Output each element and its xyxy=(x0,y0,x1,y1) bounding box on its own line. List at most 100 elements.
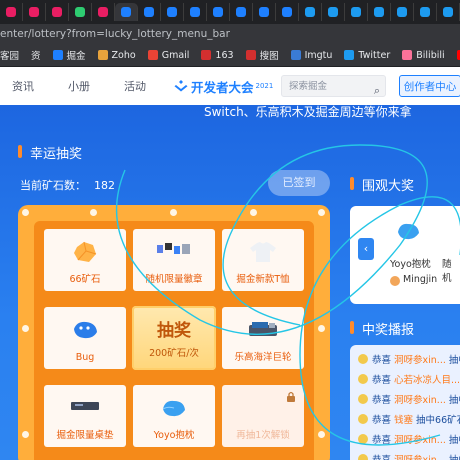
bookmark-item[interactable]: 搜图 xyxy=(245,48,279,62)
site-header: 资讯 小册 活动 开发者大会 2021 探索掘金 ⌕ 创作者中心 xyxy=(0,67,460,106)
browser-tab[interactable] xyxy=(368,3,391,21)
browser-tab[interactable] xyxy=(230,3,253,21)
tab-favicon-icon xyxy=(328,7,338,17)
browser-tab[interactable] xyxy=(23,3,46,21)
bookmark-item[interactable]: 资 xyxy=(31,48,41,62)
prize-text: 抽中 xyxy=(448,395,460,406)
bookmark-item[interactable]: 掘金 xyxy=(52,48,86,62)
tab-favicon-icon xyxy=(144,7,154,17)
tab-favicon-icon xyxy=(374,7,384,17)
carousel-prev-button[interactable]: ‹ xyxy=(358,238,374,260)
tab-favicon-icon xyxy=(29,7,39,17)
bookmark-icon xyxy=(456,50,460,60)
deskmat-icon xyxy=(71,402,99,410)
prize-cell-locked: 再抽1次解锁 xyxy=(222,385,304,447)
board-dot xyxy=(250,209,257,216)
prize-label: 乐高海洋巨轮 xyxy=(234,352,292,363)
pillow-icon xyxy=(162,400,185,417)
tab-favicon-icon xyxy=(75,7,85,17)
avatar xyxy=(358,454,368,460)
tab-favicon-icon xyxy=(121,7,131,17)
draw-button[interactable]: 抽奖 200矿石/次 xyxy=(132,306,216,370)
conference-logo[interactable]: 开发者大会 2021 xyxy=(174,77,273,96)
avatar xyxy=(358,434,368,444)
search-placeholder: 探索掘金 xyxy=(289,81,328,92)
browser-tab[interactable] xyxy=(184,3,207,21)
section-marker xyxy=(350,321,354,334)
bookmark-item[interactable]: Imgtu xyxy=(290,50,332,61)
prize-label: 掘金新款T恤 xyxy=(236,274,290,285)
board-dot xyxy=(318,325,325,332)
lottery-board: 66矿石 随机限量徽章 掘金新款T恤 Bug 抽奖 200矿石/次 乐高海洋巨轮 xyxy=(18,205,330,460)
winner-row: 恭喜心若冰凉人目...抽中 xyxy=(358,371,460,387)
browser-tab[interactable] xyxy=(46,3,69,21)
showcase-panel: ‹ Yoyo抱枕 随机 Mingjin xyxy=(350,206,460,304)
creator-center-button[interactable]: 创作者中心 xyxy=(399,75,460,97)
congrats-text: 恭喜 xyxy=(372,355,392,366)
browser-tab[interactable] xyxy=(345,3,368,21)
browser-tab[interactable] xyxy=(414,3,437,21)
browser-tab[interactable] xyxy=(253,3,276,21)
winner-name: 洞呀参xin... xyxy=(394,395,446,406)
bookmark-icon xyxy=(245,50,256,60)
bookmark-icon xyxy=(52,50,63,60)
bookmark-item[interactable]: Zoho xyxy=(97,50,136,61)
board-dot xyxy=(170,209,177,216)
browser-tab[interactable] xyxy=(161,3,184,21)
section-marker xyxy=(18,145,22,158)
prize-cell: Bug xyxy=(44,307,126,369)
winner-row: 恭喜洞呀参xin...抽中 xyxy=(358,431,460,447)
showcase-title: 围观大奖 xyxy=(362,179,415,194)
signed-in-button[interactable]: 已签到 xyxy=(268,170,330,196)
tab-favicon-icon xyxy=(397,7,407,17)
bookmark-label: Twitter xyxy=(358,49,391,61)
tab-favicon-icon xyxy=(6,7,16,17)
browser-tab[interactable] xyxy=(391,3,414,21)
nav-item-booklet[interactable]: 小册 xyxy=(68,78,90,94)
board-dot xyxy=(318,209,325,216)
browser-tab-active[interactable] xyxy=(115,3,138,21)
search-input[interactable]: 探索掘金 ⌕ xyxy=(281,75,386,97)
prize-cell: 随机限量徽章 xyxy=(133,229,215,291)
browser-tab[interactable] xyxy=(322,3,345,21)
browser-tab[interactable] xyxy=(0,3,23,21)
winner-row: 恭喜钱塞抽中66矿石 xyxy=(358,411,460,427)
bookmark-item[interactable]: Twitter xyxy=(344,50,390,61)
bookmark-item[interactable]: 163 xyxy=(201,49,234,61)
search-icon[interactable]: ⌕ xyxy=(374,80,380,102)
nav-item-news[interactable]: 资讯 xyxy=(12,78,34,94)
browser-tab[interactable] xyxy=(276,3,299,21)
logo-text: 开发者大会 xyxy=(191,79,254,95)
bookmark-item[interactable]: Gmail xyxy=(147,50,189,61)
prize-cell: 掘金新款T恤 xyxy=(222,229,304,291)
browser-tab[interactable] xyxy=(207,3,230,21)
bookmark-icon xyxy=(344,50,355,60)
tab-favicon-icon xyxy=(236,7,246,17)
bookmark-label: 掘金 xyxy=(66,51,86,62)
congrats-text: 恭喜 xyxy=(372,375,392,386)
avatar xyxy=(358,394,368,404)
congrats-text: 恭喜 xyxy=(372,452,391,460)
bookmark-label: 163 xyxy=(215,49,234,61)
avatar xyxy=(358,414,368,424)
browser-tab[interactable] xyxy=(138,3,161,21)
bookmark-item[interactable]: YouTube xyxy=(456,50,460,61)
prize-text: 抽中 xyxy=(449,452,460,460)
prize-label: 随机限量徽章 xyxy=(145,274,203,285)
showcase-prize-label: 随机 xyxy=(442,259,452,284)
avatar xyxy=(358,374,368,384)
browser-tab[interactable] xyxy=(69,3,92,21)
board-dot xyxy=(90,209,97,216)
bookmark-label: 客园 xyxy=(0,51,20,62)
juejin-logo-icon xyxy=(174,80,188,92)
lottery-title: 幸运抽奖 xyxy=(30,147,83,162)
browser-tab[interactable] xyxy=(437,3,460,21)
address-bar[interactable]: enter/lottery?from=lucky_lottery_menu_ba… xyxy=(0,24,460,44)
tab-favicon-icon xyxy=(190,7,200,17)
nav-item-events[interactable]: 活动 xyxy=(124,78,146,94)
bookmark-item[interactable]: Bilibili xyxy=(402,50,445,61)
bookmark-item[interactable]: 客园 xyxy=(0,48,19,62)
browser-tab[interactable] xyxy=(299,3,322,21)
browser-tab[interactable] xyxy=(92,3,115,21)
prize-label: 再抽1次解锁 xyxy=(236,430,290,441)
